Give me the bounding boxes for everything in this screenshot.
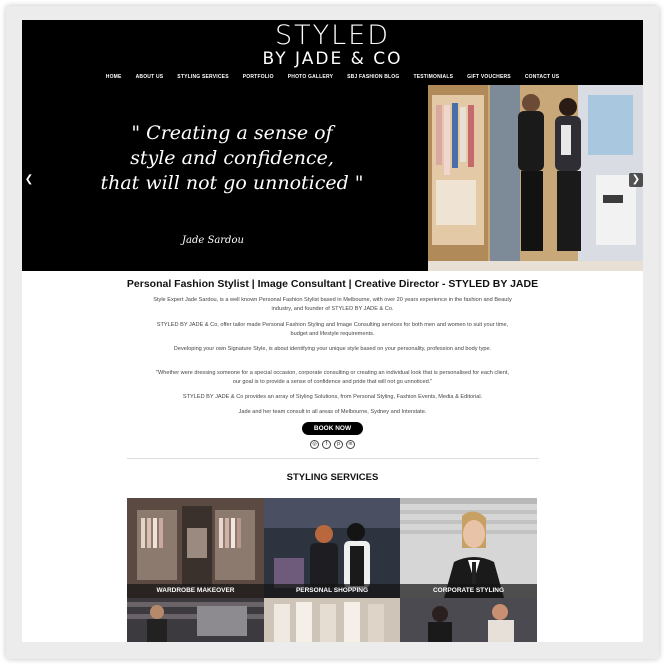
corporate-styling-photo	[400, 498, 537, 598]
nav-about-us[interactable]: ABOUT US	[136, 70, 164, 84]
quote-line-3: that will not go unnoticed "	[100, 172, 364, 194]
intro-paragraph-4: "Whether were dressing someone for a spe…	[155, 370, 510, 385]
service-tile-wardrobe[interactable]	[127, 498, 264, 598]
linkedin-icon[interactable]: in	[346, 440, 355, 449]
hero-photo	[428, 85, 643, 271]
quote-line-1: " Creating a sense of	[131, 122, 333, 144]
menswear-photo	[127, 598, 264, 642]
services-heading: STYLING SERVICES	[286, 472, 379, 483]
arrow-left-icon: ❮	[24, 174, 34, 185]
tile-caption-wardrobe[interactable]: WARDROBE MAKEOVER	[127, 584, 264, 598]
service-tile-corporate-styling[interactable]	[400, 498, 537, 598]
logo-subtitle[interactable]: BY JADE & CO	[22, 50, 643, 68]
service-tile-row2-3[interactable]	[400, 598, 537, 642]
service-tile-row2-1[interactable]	[127, 598, 264, 642]
instagram-icon[interactable]: ◎	[310, 440, 319, 449]
nav-contact-us[interactable]: CONTACT US	[525, 70, 559, 84]
services-grid: WARDROBE MAKEOVER PERSONAL SHOPPING CORP…	[127, 498, 537, 642]
main-navigation: HOME ABOUT US STYLING SERVICES PORTFOLIO…	[22, 70, 643, 84]
tile-caption-personal-shopping[interactable]: PERSONAL SHOPPING	[264, 584, 400, 598]
intro-paragraph-1: Style Expert Jade Sardou, is a well know…	[153, 297, 512, 312]
intro-paragraph-2: STYLED BY JADE & Co, offer tailor made P…	[156, 322, 509, 337]
social-links: ◎ f p in	[310, 440, 355, 449]
nav-photo-gallery[interactable]: PHOTO GALLERY	[288, 70, 333, 84]
section-divider	[127, 458, 539, 459]
book-now-button[interactable]: BOOK NOW	[302, 422, 363, 435]
arrow-right-icon: ❯	[631, 174, 641, 185]
pinterest-icon[interactable]: p	[334, 440, 343, 449]
event-photo	[400, 598, 537, 642]
webpage: STYLED BY JADE & CO HOME ABOUT US STYLIN…	[22, 20, 643, 642]
nav-fashion-blog[interactable]: SBJ FASHION BLOG	[347, 70, 399, 84]
nav-gift-vouchers[interactable]: GIFT VOUCHERS	[467, 70, 511, 84]
intro-paragraph-6: Jade and her team consult in all areas o…	[238, 409, 427, 415]
nav-home[interactable]: HOME	[106, 70, 122, 84]
intro-heading: Personal Fashion Stylist | Image Consult…	[126, 278, 539, 290]
quote-author: Jade Sardou	[182, 235, 244, 246]
hero-slider: " Creating a sense of style and confiden…	[22, 85, 643, 271]
runway-photo	[264, 598, 400, 642]
hero-quote: " Creating a sense of style and confiden…	[62, 121, 402, 196]
facebook-icon[interactable]: f	[322, 440, 331, 449]
wardrobe-photo	[127, 498, 264, 598]
nav-styling-services[interactable]: STYLING SERVICES	[177, 70, 228, 84]
tile-caption-corporate-styling[interactable]: CORPORATE STYLING	[400, 584, 537, 598]
logo-title[interactable]: STYLED	[22, 21, 643, 51]
nav-testimonials[interactable]: TESTIMONIALS	[413, 70, 453, 84]
nav-portfolio[interactable]: PORTFOLIO	[243, 70, 274, 84]
site-header: STYLED BY JADE & CO HOME ABOUT US STYLIN…	[22, 20, 643, 85]
slider-next-button[interactable]: ❯	[629, 173, 643, 187]
quote-line-2: style and confidence,	[130, 147, 334, 169]
personal-shopping-photo	[264, 498, 400, 598]
service-tile-row2-2[interactable]	[264, 598, 400, 642]
service-tile-personal-shopping[interactable]	[264, 498, 400, 598]
intro-paragraph-3: Developing your own Signature Style, is …	[173, 346, 492, 352]
intro-paragraph-5: STYLED BY JADE & Co provides an array of…	[182, 394, 483, 400]
slider-prev-button[interactable]: ❮	[22, 173, 36, 187]
